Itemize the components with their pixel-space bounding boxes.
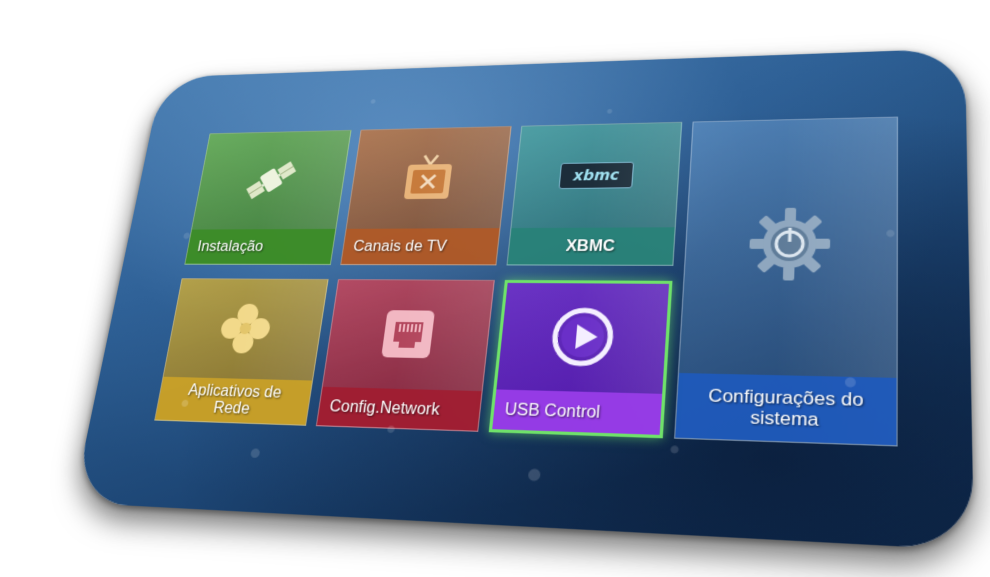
xbmc-logo: xbmc bbox=[558, 161, 635, 190]
tile-label: Canais de TV bbox=[341, 228, 500, 265]
tile-canais-de-tv[interactable]: Canais de TV bbox=[340, 125, 512, 266]
tile-label: USB Control bbox=[492, 389, 663, 435]
tile-config-network[interactable]: Config.Network bbox=[315, 279, 495, 432]
satellite-icon bbox=[246, 161, 297, 200]
tile-label: Config.Network bbox=[316, 386, 482, 431]
tile-icon-area bbox=[323, 280, 494, 391]
stage: Instalação Canais de TV xbmc XBMC Config… bbox=[0, 0, 990, 577]
tile-icon-area bbox=[164, 279, 328, 380]
tile-usb-control[interactable]: USB Control bbox=[488, 279, 673, 439]
tile-icon-area bbox=[192, 131, 351, 230]
tile-label: Configurações do sistema bbox=[675, 372, 897, 446]
tv-screen: Instalação Canais de TV xbmc XBMC Config… bbox=[72, 48, 975, 551]
tile-label: Instalação bbox=[185, 228, 336, 265]
tile-xbmc[interactable]: xbmc XBMC bbox=[506, 121, 683, 266]
tv-icon bbox=[403, 148, 453, 200]
xbmc-logo-text: xbmc bbox=[572, 166, 620, 185]
tile-icon-area bbox=[347, 127, 511, 229]
tile-aplicativos-de-rede[interactable]: Aplicativos de Rede bbox=[154, 278, 329, 426]
play-circle-icon bbox=[546, 304, 619, 370]
tile-instalacao[interactable]: Instalação bbox=[184, 129, 352, 265]
tile-label: XBMC bbox=[507, 227, 675, 265]
clover-icon bbox=[219, 303, 272, 354]
main-menu-grid: Instalação Canais de TV xbmc XBMC Config… bbox=[151, 116, 898, 464]
tile-icon-area bbox=[496, 283, 669, 394]
tile-icon-area: xbmc bbox=[511, 123, 681, 228]
tile-configuracoes-do-sistema[interactable]: Configurações do sistema bbox=[674, 116, 898, 447]
ethernet-port-icon bbox=[381, 310, 435, 359]
tile-icon-area bbox=[679, 118, 897, 378]
tile-label: Aplicativos de Rede bbox=[155, 376, 313, 425]
power-gear-icon bbox=[749, 207, 831, 280]
